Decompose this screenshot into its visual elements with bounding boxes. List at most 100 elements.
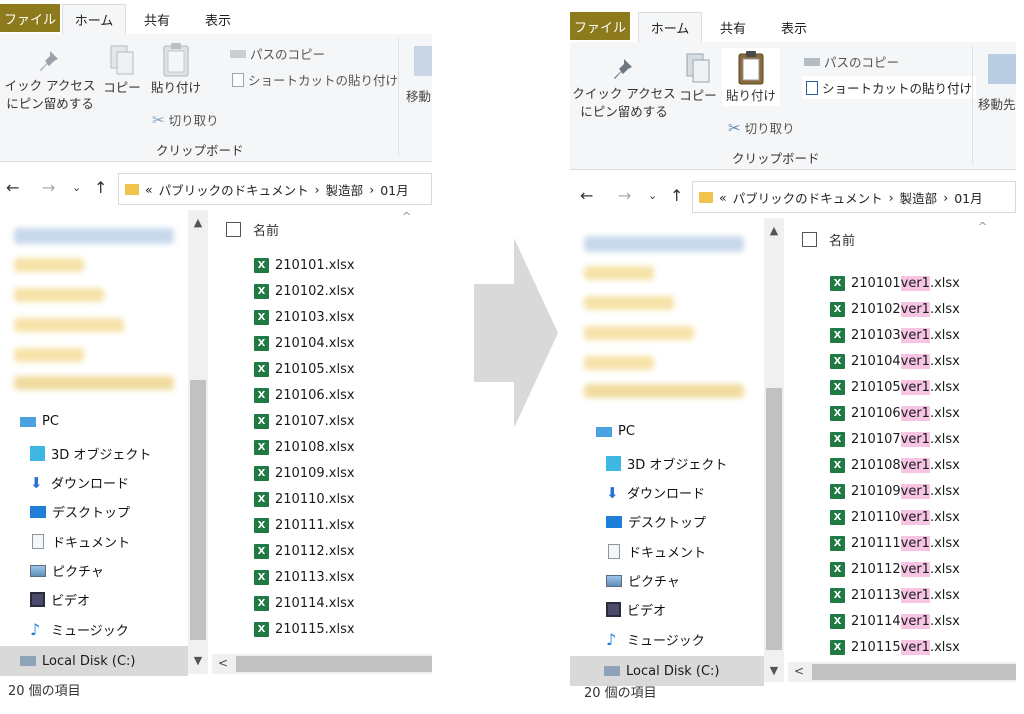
nav-documents[interactable]: ドキュメント (606, 542, 706, 561)
breadcrumb-public-docs[interactable]: パブリックのドキュメント (733, 188, 883, 207)
nav-pictures[interactable]: ピクチャ (606, 571, 680, 590)
scroll-up-icon[interactable]: ▲ (764, 224, 784, 237)
forward-arrow-icon[interactable]: → (42, 178, 55, 197)
up-arrow-icon[interactable]: ↑ (670, 186, 683, 205)
file-row[interactable]: X 210108ver1.xlsx (830, 452, 960, 478)
nav-pc[interactable]: PC (20, 414, 59, 429)
tab-file[interactable]: ファイル (0, 4, 60, 32)
paste-shortcut-button[interactable]: ショートカットの貼り付け (802, 76, 977, 99)
copy-path-button[interactable]: パスのコピー (230, 44, 325, 63)
file-row[interactable]: X 210102.xlsx (254, 278, 355, 304)
move-button[interactable]: 移動 (406, 86, 431, 105)
file-row[interactable]: X 210110ver1.xlsx (830, 504, 960, 530)
file-row[interactable]: X 210102ver1.xlsx (830, 296, 960, 322)
tab-share[interactable]: 共有 (708, 12, 758, 42)
file-row[interactable]: X 210108.xlsx (254, 434, 355, 460)
breadcrumb-january[interactable]: 01月 (380, 180, 408, 199)
nav-videos[interactable]: ビデオ (30, 590, 90, 609)
chevron-down-icon[interactable]: ⌄ (648, 189, 657, 202)
scroll-down-icon[interactable]: ▼ (188, 654, 208, 667)
file-row[interactable]: X 210107.xlsx (254, 408, 355, 434)
copy-button[interactable]: コピー (679, 52, 717, 106)
pin-quick-access-button[interactable]: イック アクセス にピン留めする (0, 48, 100, 114)
horizontal-scrollbar[interactable]: < (788, 662, 1016, 682)
select-all-checkbox[interactable] (226, 222, 241, 237)
back-arrow-icon[interactable]: ← (6, 178, 19, 197)
cut-button[interactable]: ✂ 切り取り (728, 118, 795, 137)
horizontal-scrollbar[interactable]: < (212, 654, 432, 674)
address-overflow[interactable]: « (719, 190, 727, 205)
copy-path-button[interactable]: パスのコピー (804, 52, 899, 71)
nav-local-disk[interactable]: Local Disk (C:) (0, 646, 188, 676)
pin-quick-access-button[interactable]: クイック アクセス にピン留めする (572, 56, 676, 122)
address-bar[interactable]: « パブリックのドキュメント › 製造部 › 01月 (118, 173, 432, 205)
horizontal-scroll-thumb[interactable] (812, 664, 1016, 680)
nav-3d-objects[interactable]: 3D オブジェクト (30, 444, 151, 463)
column-header-name[interactable]: 名前 (226, 220, 279, 239)
paste-button[interactable]: 貼り付け (722, 48, 780, 106)
tab-share[interactable]: 共有 (132, 4, 182, 34)
file-row[interactable]: X 210103.xlsx (254, 304, 355, 330)
back-arrow-icon[interactable]: ← (580, 186, 593, 205)
file-row[interactable]: X 210115.xlsx (254, 616, 355, 642)
file-row[interactable]: X 210114ver1.xlsx (830, 608, 960, 634)
scroll-down-icon[interactable]: ▼ (764, 664, 784, 677)
file-row[interactable]: X 210112.xlsx (254, 538, 355, 564)
file-row[interactable]: X 210112ver1.xlsx (830, 556, 960, 582)
copy-button[interactable]: コピー (103, 44, 141, 98)
select-all-checkbox[interactable] (802, 232, 817, 247)
scroll-left-icon[interactable]: < (218, 656, 228, 670)
nav-videos[interactable]: ビデオ (606, 600, 666, 619)
file-row[interactable]: X 210103ver1.xlsx (830, 322, 960, 348)
nav-scrollbar[interactable]: ▲ ▼ (188, 210, 208, 674)
nav-downloads[interactable]: ⬇ ダウンロード (30, 473, 129, 493)
address-overflow[interactable]: « (145, 182, 153, 197)
nav-music[interactable]: ♪ ミュージック (30, 620, 129, 639)
column-header-name[interactable]: 名前 (802, 230, 855, 249)
file-row[interactable]: X 210113.xlsx (254, 564, 355, 590)
chevron-down-icon[interactable]: ⌄ (72, 181, 81, 194)
nav-scroll-thumb[interactable] (190, 380, 206, 640)
file-row[interactable]: X 210109.xlsx (254, 460, 355, 486)
nav-music[interactable]: ♪ ミュージック (606, 630, 705, 649)
file-row[interactable]: X 210110.xlsx (254, 486, 355, 512)
nav-documents[interactable]: ドキュメント (30, 532, 130, 551)
file-row[interactable]: X 210107ver1.xlsx (830, 426, 960, 452)
file-row[interactable]: X 210109ver1.xlsx (830, 478, 960, 504)
tab-view[interactable]: 表示 (192, 4, 244, 34)
nav-desktop[interactable]: デスクトップ (606, 512, 706, 531)
paste-shortcut-button[interactable]: ショートカットの貼り付け (232, 70, 398, 89)
horizontal-scroll-thumb[interactable] (236, 656, 432, 672)
nav-3d-objects[interactable]: 3D オブジェクト (606, 454, 727, 473)
breadcrumb-manufacturing[interactable]: 製造部 (900, 188, 938, 207)
nav-scroll-thumb[interactable] (766, 388, 782, 650)
nav-pc[interactable]: PC (596, 424, 635, 439)
breadcrumb-january[interactable]: 01月 (954, 188, 982, 207)
tab-home[interactable]: ホーム (638, 12, 702, 42)
forward-arrow-icon[interactable]: → (618, 186, 631, 205)
tab-file[interactable]: ファイル (570, 12, 630, 40)
scroll-up-icon[interactable]: ▲ (188, 216, 208, 229)
nav-desktop[interactable]: デスクトップ (30, 502, 130, 521)
nav-scrollbar[interactable]: ▲ ▼ (764, 218, 784, 682)
file-row[interactable]: X 210101.xlsx (254, 252, 355, 278)
cut-button[interactable]: ✂ 切り取り (152, 110, 219, 129)
breadcrumb-public-docs[interactable]: パブリックのドキュメント (159, 180, 309, 199)
file-row[interactable]: X 210105ver1.xlsx (830, 374, 960, 400)
tab-view[interactable]: 表示 (768, 12, 820, 42)
address-bar[interactable]: « パブリックのドキュメント › 製造部 › 01月 (692, 181, 1016, 213)
file-row[interactable]: X 210113ver1.xlsx (830, 582, 960, 608)
file-row[interactable]: X 210101ver1.xlsx (830, 270, 960, 296)
up-arrow-icon[interactable]: ↑ (94, 178, 107, 197)
nav-pictures[interactable]: ピクチャ (30, 561, 104, 580)
move-button[interactable]: 移動先 (978, 94, 1016, 113)
file-row[interactable]: X 210111ver1.xlsx (830, 530, 960, 556)
tab-home[interactable]: ホーム (62, 4, 126, 34)
file-row[interactable]: X 210106.xlsx (254, 382, 355, 408)
file-row[interactable]: X 210104ver1.xlsx (830, 348, 960, 374)
file-row[interactable]: X 210105.xlsx (254, 356, 355, 382)
file-row[interactable]: X 210115ver1.xlsx (830, 634, 960, 660)
file-row[interactable]: X 210104.xlsx (254, 330, 355, 356)
file-row[interactable]: X 210114.xlsx (254, 590, 355, 616)
scroll-left-icon[interactable]: < (794, 664, 804, 678)
